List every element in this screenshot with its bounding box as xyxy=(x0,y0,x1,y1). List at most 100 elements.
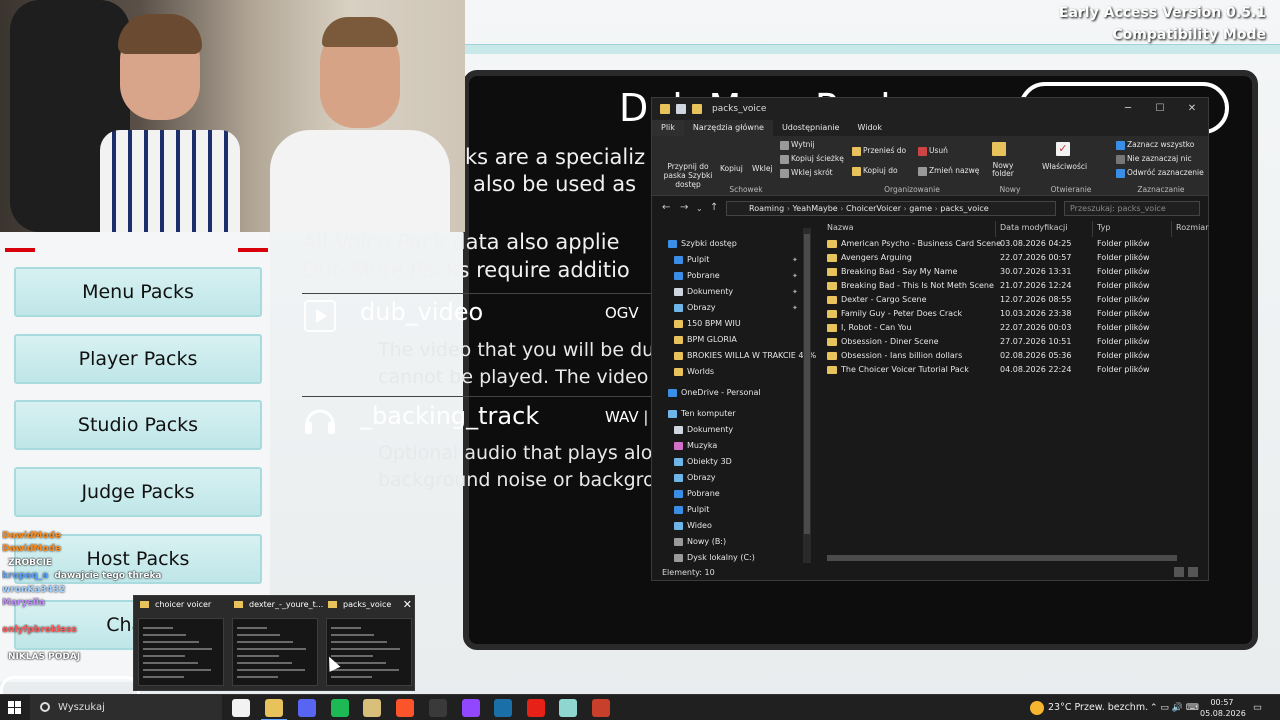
breadcrumb-item[interactable]: game xyxy=(909,204,932,213)
breadcrumb-item[interactable]: ChoicerVoicer xyxy=(846,204,901,213)
app4-icon[interactable] xyxy=(592,699,610,717)
delete-button[interactable]: Usuń xyxy=(918,146,948,156)
taskbar-search[interactable]: Wyszukaj xyxy=(30,695,222,720)
clipboard-group: Przypnij do paska Szybki dostęp Kopiuj W… xyxy=(652,136,844,196)
nav-item-label: Worlds xyxy=(687,367,715,376)
nav-item[interactable]: Obrazy xyxy=(674,470,716,486)
nav-scrollbar[interactable] xyxy=(803,228,811,563)
breadcrumb-item[interactable]: packs_voice xyxy=(940,204,988,213)
checkmark-icon: ✓ xyxy=(1056,142,1070,156)
close-button[interactable]: ✕ xyxy=(1176,98,1208,120)
details-view-icon[interactable] xyxy=(1174,567,1184,577)
brave-icon[interactable] xyxy=(396,699,414,717)
youtube-icon[interactable] xyxy=(527,699,545,717)
nav-item[interactable]: Pobrane xyxy=(674,268,720,284)
forward-arrow-icon[interactable]: → xyxy=(680,202,688,213)
app2-icon[interactable] xyxy=(462,699,480,717)
nav-item[interactable]: Pobrane xyxy=(674,486,720,502)
menu-packs-button[interactable]: Menu Packs xyxy=(14,267,262,317)
file-name-cell: Breaking Bad - Say My Name xyxy=(827,267,957,281)
cut-button[interactable]: Wytnij xyxy=(780,140,815,150)
up-arrow-icon[interactable]: ↑ xyxy=(710,202,718,213)
breadcrumb-item[interactable]: YeahMaybe xyxy=(792,204,837,213)
quick-access-toolbar[interactable] xyxy=(660,104,702,114)
copy-to-button[interactable]: Kopiuj do xyxy=(852,166,898,176)
maximize-button[interactable]: ☐ xyxy=(1144,98,1176,120)
select-all-button[interactable]: Zaznacz wszystko xyxy=(1116,140,1194,150)
weather-widget[interactable]: 23°C Przew. bezchm. xyxy=(1030,695,1148,720)
rename-button[interactable]: Zmień nazwę xyxy=(918,166,979,176)
nav-item[interactable]: Worlds xyxy=(674,364,714,380)
close-icon[interactable]: ✕ xyxy=(403,598,412,611)
column-name[interactable]: Nazwa xyxy=(827,223,854,237)
nav-item[interactable]: Dokumenty xyxy=(674,422,733,438)
tiles-view-icon[interactable] xyxy=(1188,567,1198,577)
horizontal-scrollbar[interactable] xyxy=(817,554,1207,562)
nav-item[interactable]: BROKIES WILLA W TRAKCIE 45% xyxy=(674,348,816,364)
app-icon[interactable] xyxy=(363,699,381,717)
back-button[interactable] xyxy=(0,676,140,696)
column-date[interactable]: Data modyfikacji xyxy=(1000,223,1067,237)
folder-icon xyxy=(674,287,683,296)
file-format: OGV xyxy=(605,304,639,322)
properties-button[interactable]: Właściwości xyxy=(1042,162,1087,171)
back-arrow-icon[interactable]: ← xyxy=(662,202,670,213)
nav-item[interactable]: Szybki dostęp xyxy=(668,236,737,252)
file-name: _backing_track xyxy=(360,402,540,430)
version-label: Early Access Version 0.5.1 Compatibility… xyxy=(1059,2,1266,46)
address-bar[interactable]: Roaming › YeahMaybe › ChoicerVoicer › ga… xyxy=(726,201,1056,216)
search-input[interactable]: Przeszukaj: packs_voice xyxy=(1064,201,1200,216)
player-packs-button[interactable]: Player Packs xyxy=(14,334,262,384)
tab-share[interactable]: Udostępnianie xyxy=(773,120,849,136)
nav-item[interactable]: Obiekty 3D xyxy=(674,454,732,470)
nav-item[interactable]: Nowy (B:) xyxy=(674,534,726,550)
minimize-button[interactable]: ─ xyxy=(1112,98,1144,120)
copy-path-button[interactable]: Kopiuj ścieżkę xyxy=(780,154,844,164)
nav-item[interactable]: Pulpit xyxy=(674,502,709,518)
nav-item[interactable]: 150 BPM WIU xyxy=(674,316,741,332)
select-none-button[interactable]: Nie zaznaczaj nic xyxy=(1116,154,1192,164)
copy-button[interactable]: Kopiuj xyxy=(720,164,743,173)
tab-home[interactable]: Narzędzia główne xyxy=(683,120,773,136)
breadcrumb-item[interactable]: Roaming xyxy=(749,204,784,213)
window-thumbnail[interactable]: dexter_-_youre_t... xyxy=(228,596,323,692)
window-thumbnail[interactable]: choicer voicer xyxy=(134,596,228,692)
file-icon[interactable] xyxy=(232,699,250,717)
invert-selection-button[interactable]: Odwróć zaznaczenie xyxy=(1116,168,1204,178)
system-tray[interactable]: ⌃ ▭ 🔊 ⌨ xyxy=(1150,695,1199,720)
obs-icon[interactable] xyxy=(429,699,447,717)
nav-item-label: Ten komputer xyxy=(681,409,736,418)
folder-icon xyxy=(674,441,683,450)
steam-icon[interactable] xyxy=(494,699,512,717)
studio-packs-button[interactable]: Studio Packs xyxy=(14,400,262,450)
windows-start-icon[interactable] xyxy=(8,701,22,715)
column-type[interactable]: Typ xyxy=(1097,223,1110,237)
nav-item[interactable]: Wideo xyxy=(674,518,712,534)
app3-icon[interactable] xyxy=(559,699,577,717)
window-thumbnail[interactable]: packs_voice ✕ xyxy=(322,596,416,692)
paste-button[interactable]: Wklej xyxy=(752,164,773,173)
time: 00:57 xyxy=(1210,698,1234,707)
chevron-down-icon[interactable]: ⌄ xyxy=(696,204,703,213)
move-to-button[interactable]: Przenieś do xyxy=(852,146,906,156)
new-folder-button[interactable]: Nowy folder xyxy=(988,162,1018,178)
nav-item[interactable]: Pulpit xyxy=(674,252,709,268)
nav-item[interactable]: Muzyka xyxy=(674,438,717,454)
column-size[interactable]: Rozmiar xyxy=(1176,223,1209,237)
spotify-icon[interactable] xyxy=(331,699,349,717)
folder-icon xyxy=(827,267,837,276)
nav-item[interactable]: BPM GLORIA xyxy=(674,332,737,348)
tab-view[interactable]: Widok xyxy=(848,120,891,136)
nav-item[interactable]: Dokumenty xyxy=(674,284,733,300)
paste-shortcut-button[interactable]: Wklej skrót xyxy=(780,168,833,178)
judge-packs-button[interactable]: Judge Packs xyxy=(14,467,262,517)
nav-item[interactable]: OneDrive - Personal xyxy=(668,385,761,401)
discord-icon[interactable] xyxy=(298,699,316,717)
nav-item[interactable]: Ten komputer xyxy=(668,406,736,422)
nav-item[interactable]: Obrazy xyxy=(674,300,716,316)
clock[interactable]: 00:57 05.08.2026 xyxy=(1200,697,1246,719)
tab-file[interactable]: Plik xyxy=(652,120,684,136)
taskbar-thumbnails: choicer voicer dexter_-_youre_t... packs_v… xyxy=(133,595,415,691)
explorer-icon[interactable] xyxy=(261,699,287,720)
notification-icon[interactable]: ▭ xyxy=(1253,695,1262,720)
